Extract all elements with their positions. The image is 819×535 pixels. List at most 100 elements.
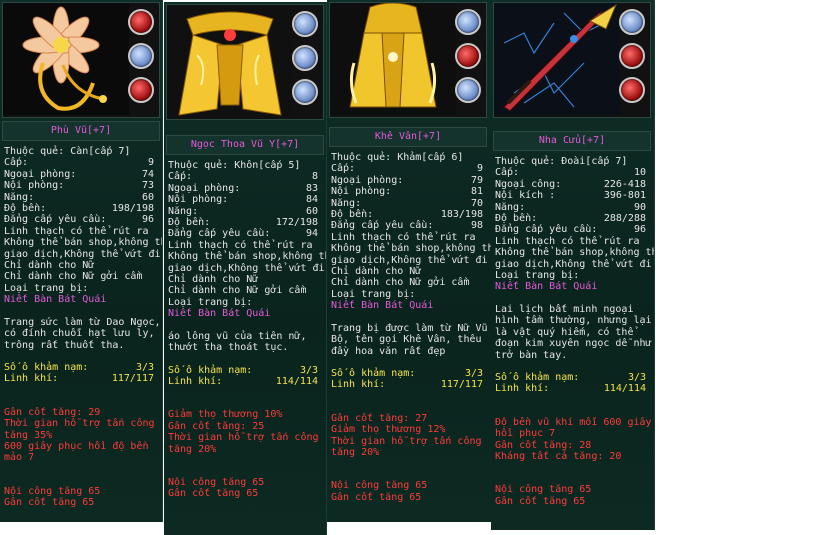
blue-gem-icon [455, 9, 481, 35]
red-gem-icon [619, 77, 645, 103]
stat-value: 70 [470, 197, 483, 209]
stat-row: Độ bền: 198/198 [4, 203, 160, 214]
stat-value: 98 [470, 220, 483, 232]
item-stats-body: Thuộc quẻ: Khảm[cấp 6] Cấp: 9 Ngoại phòng: 7… [331, 152, 491, 503]
red-gem-icon [455, 43, 481, 69]
stat-row: Nội phòng: 73 [4, 180, 160, 191]
stat-label: Nội phòng: [4, 180, 65, 192]
info-line: giao dịch,Không thể vứt đi [168, 262, 325, 274]
stat-value: 74 [141, 168, 154, 180]
info-line: Loại trang bị: [4, 282, 89, 294]
bonus-line: Gân cốt tăng: 27 [331, 412, 428, 424]
item-title: Phù Vũ[+7] [2, 121, 160, 141]
bonus-line: tăng 20% [168, 443, 217, 455]
socket-value: 3/3 [464, 367, 483, 379]
stat-value: 10 [633, 167, 646, 179]
stat-label: Đẳng cấp yêu cầu: [168, 228, 271, 240]
stat-value: 96 [141, 214, 154, 226]
stat-row: Cấp: 9 [4, 157, 160, 168]
stat-row: Đẳng cấp yêu cầu: 98 [331, 220, 489, 231]
stat-label: Cấp: [4, 157, 29, 169]
stat-value: 60 [141, 191, 154, 203]
stat-row: Ngoại phòng: 83 [168, 183, 324, 194]
item-tooltip-panel-2: Ngọc Thoa Vũ Y[+7] Thuộc quẻ: Khôn[cấp 5]… [164, 2, 327, 535]
bonus-line: Kháng tất cả tăng: 20 [495, 450, 622, 462]
socket-label: Số ô khảm nạm: [331, 367, 416, 379]
bonus-line: Thời gian hỗ trợ tấn công [168, 432, 319, 444]
description-line: áo lông vũ của tiên nữ, [168, 330, 307, 342]
info-line: Loại trang bị: [331, 288, 416, 300]
socket-count-row: Số ô khảm nạm: 3/3 [4, 362, 160, 373]
stat-value: 9 [147, 157, 154, 169]
stat-row: Năng: 90 [495, 202, 652, 213]
item-tooltip-panel-4: Nha Cửu[+7] Thuộc quẻ: Đoài[cấp 7] Cấp: 10 N… [491, 0, 655, 530]
bonus-line: 600 giây phục hồi độ bền [4, 440, 149, 452]
info-line: giao dịch,Không thể vứt đi [331, 254, 488, 266]
stat-row: Đẳng cấp yêu cầu: 94 [168, 228, 324, 239]
spirit-row: Linh khí: 114/114 [168, 376, 324, 387]
description-line: trở bàn tay. [495, 349, 568, 361]
stat-row: Cấp: 8 [168, 171, 324, 182]
stat-label: Năng: [495, 201, 526, 213]
gem-socket-column [618, 3, 646, 111]
stat-row: Nội phòng: 84 [168, 194, 324, 205]
stat-label: Cấp: [331, 163, 356, 175]
red-gem-icon [128, 77, 154, 103]
stat-row: Độ bền: 183/198 [331, 209, 489, 220]
bonus-line: Thời gian hỗ trợ tấn công [4, 418, 155, 430]
enchant-line: Nội công tăng 65 [4, 485, 101, 497]
stat-row: Độ bền: 172/198 [168, 217, 324, 228]
stat-row: Ngoại phòng: 74 [4, 169, 160, 180]
stat-value: 198/198 [111, 203, 154, 215]
info-line: Chỉ dành cho Nữ [4, 260, 95, 272]
gem-socket-column [127, 3, 155, 111]
socket-value: 3/3 [627, 371, 646, 383]
stat-row: Năng: 60 [4, 192, 160, 203]
info-line: giao dịch,Không thể vứt đi [495, 258, 652, 270]
bonus-line: Độ bền vũ khí mỗi 600 giây [495, 416, 652, 428]
stat-label: Độ bền: [4, 203, 47, 215]
stat-label: Đẳng cấp yêu cầu: [4, 214, 107, 226]
stat-row: Thuộc quẻ: Càn[cấp 7] [4, 146, 160, 157]
stat-value: 172/198 [275, 217, 318, 229]
stat-label: Thuộc quẻ: Khôn[cấp 5] [168, 160, 301, 171]
stat-value: 60 [305, 205, 318, 217]
blue-gem-icon [455, 77, 481, 103]
socket-label: Số ô khảm nạm: [168, 364, 253, 376]
stat-row: Cấp: 10 [495, 167, 652, 178]
blue-gem-icon [619, 9, 645, 35]
item-tooltip-panel-1: Phù Vũ[+7] Thuộc quẻ: Càn[cấp 7] Cấp: 9 Ngoạ… [0, 0, 163, 522]
socket-value: 3/3 [135, 361, 154, 373]
stat-row: Thuộc quẻ: Đoài[cấp 7] [495, 156, 652, 167]
stat-row: Năng: 70 [331, 198, 489, 209]
item-type: Niết Bàn Bát Quái [168, 308, 271, 320]
description-line: Lai lịch bất minh ngoại [495, 303, 634, 315]
stat-label: Ngoại phòng: [331, 174, 404, 186]
enchant-line: Gân cốt tăng 65 [331, 491, 422, 503]
info-line: Không thể bán shop,không thể [495, 247, 655, 259]
stat-value: 73 [141, 180, 154, 192]
bonus-line: Giảm thọ thương 10% [168, 409, 283, 421]
stat-label: Ngoại công: [495, 178, 562, 190]
description-line: có đính chuỗi hạt lưu ly, [4, 328, 155, 340]
socket-label: Số ô khảm nạm: [4, 361, 89, 373]
stat-label: Độ bền: [331, 209, 374, 221]
socket-count-row: Số ô khảm nạm: 3/3 [331, 368, 489, 379]
stat-label: Độ bền: [495, 213, 538, 225]
item-stats-body: Thuộc quẻ: Càn[cấp 7] Cấp: 9 Ngoại phòng: 74… [4, 146, 163, 509]
info-line: Chỉ dành cho Nữ [168, 274, 259, 286]
blue-gem-icon [292, 79, 318, 105]
description-line: trông rất thuốt tha. [4, 339, 125, 351]
stat-value: 183/198 [440, 209, 483, 221]
stat-row: Năng: 60 [168, 206, 324, 217]
item-stats-body: Thuộc quẻ: Khôn[cấp 5] Cấp: 8 Ngoại phòng: 8… [168, 160, 326, 500]
info-line: Không thể bán shop,không thể [4, 237, 163, 249]
socket-count-row: Số ô khảm nạm: 3/3 [168, 365, 324, 376]
socket-label: Số ô khảm nạm: [495, 371, 580, 383]
